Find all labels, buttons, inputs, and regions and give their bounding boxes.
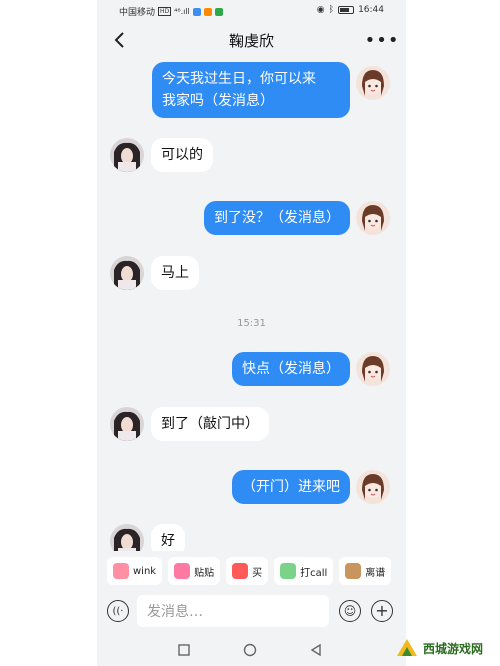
- message-row: 快点（发消息）: [97, 352, 406, 386]
- quick-action-label: wink: [133, 565, 157, 577]
- carrier-label: 中国移动: [119, 8, 156, 18]
- outgoing-bubble[interactable]: 到了没？（发消息）: [204, 201, 350, 235]
- outgoing-bubble[interactable]: 今天我过生日，你可以来 我家吗（发消息）: [152, 62, 350, 118]
- message-input[interactable]: 发消息…: [137, 595, 329, 627]
- message-text: 马上: [161, 265, 189, 281]
- gift-icon: [232, 563, 249, 579]
- back-triangle-icon[interactable]: [307, 641, 325, 659]
- message-text: （开门）进来吧: [242, 479, 340, 495]
- quick-action-cheer[interactable]: 打call: [274, 557, 334, 585]
- quick-action-absurd[interactable]: 离谱: [339, 557, 392, 585]
- battery-icon: [338, 6, 355, 14]
- message-text: 到了（敲门中）: [161, 416, 259, 432]
- message-list[interactable]: 今天我过生日，你可以来 我家吗（发消息） 可以的 到了没？（发消息） 马上 15…: [97, 58, 406, 558]
- quick-action-label: 离谱: [365, 567, 386, 579]
- more-icon[interactable]: •••: [365, 28, 399, 52]
- home-icon[interactable]: [241, 641, 259, 659]
- status-right: ◉ ᛒ 16:44: [317, 5, 384, 15]
- avatar[interactable]: [110, 407, 144, 441]
- input-bar: ((· 发消息… ☺ +: [97, 591, 406, 633]
- voice-icon[interactable]: ((·: [107, 600, 129, 622]
- avatar[interactable]: [110, 138, 144, 172]
- outgoing-bubble[interactable]: 快点（发消息）: [232, 352, 350, 386]
- quick-action-label: 打call: [300, 567, 328, 579]
- status-left: 中国移动 HD ⁴⁶.ıll: [119, 5, 223, 18]
- message-row: 可以的: [97, 138, 406, 172]
- plus-icon[interactable]: +: [371, 600, 393, 622]
- quick-action-label: 贴贴: [194, 567, 215, 579]
- quick-action-buy[interactable]: 买: [226, 557, 269, 585]
- message-text: 今天我过生日，你可以来: [162, 71, 316, 87]
- avatar[interactable]: [356, 201, 390, 235]
- cheer-icon: [280, 563, 297, 579]
- avatar[interactable]: [356, 66, 390, 100]
- hd-badge: HD: [158, 7, 172, 16]
- app-badge-icon: [203, 7, 212, 16]
- incoming-bubble[interactable]: 可以的: [151, 138, 213, 172]
- wink-icon: [113, 563, 129, 579]
- message-timestamp: 15:31: [237, 318, 266, 329]
- quick-action-wink[interactable]: wink: [107, 557, 163, 585]
- quick-action-label: 买: [252, 567, 263, 579]
- status-bar: 中国移动 HD ⁴⁶.ıll ◉ ᛒ 16:44: [97, 0, 406, 22]
- message-row: 到了（敲门中）: [97, 407, 406, 441]
- incoming-bubble[interactable]: 马上: [151, 256, 199, 290]
- message-row: 今天我过生日，你可以来 我家吗（发消息）: [97, 62, 406, 118]
- bluetooth-icon: ᛒ: [328, 5, 335, 15]
- system-nav-bar: [97, 633, 406, 666]
- eye-icon: ◉: [316, 5, 325, 15]
- avatar[interactable]: [110, 256, 144, 290]
- chat-header: 鞠虔欣 •••: [97, 22, 406, 58]
- page: 中国移动 HD ⁴⁶.ıll ◉ ᛒ 16:44 鞠虔欣 ••• 今天我过生日，…: [0, 0, 500, 666]
- clock: 16:44: [358, 5, 384, 15]
- emoji-icon[interactable]: ☺: [339, 600, 361, 622]
- avatar[interactable]: [356, 470, 390, 504]
- avatar[interactable]: [356, 352, 390, 386]
- message-row: （开门）进来吧: [97, 470, 406, 504]
- message-row: 马上: [97, 256, 406, 290]
- signal-icon: ⁴⁶.ıll: [174, 7, 190, 16]
- message-text: 好: [161, 533, 175, 549]
- message-text: 到了没？（发消息）: [214, 210, 340, 226]
- phone-screen: 中国移动 HD ⁴⁶.ıll ◉ ᛒ 16:44 鞠虔欣 ••• 今天我过生日，…: [97, 0, 406, 666]
- message-text: 快点（发消息）: [242, 361, 340, 377]
- outgoing-bubble[interactable]: （开门）进来吧: [232, 470, 350, 504]
- app-badge-icon: [192, 7, 201, 16]
- message-row: 到了没？（发消息）: [97, 201, 406, 235]
- quick-action-bar: wink 贴贴 买 打call 离谱: [97, 551, 406, 591]
- recent-apps-icon[interactable]: [175, 641, 193, 659]
- watermark: 西城游戏网: [395, 633, 497, 663]
- hug-icon: [174, 563, 191, 579]
- watermark-logo-icon: [397, 639, 417, 656]
- monkey-icon: [345, 563, 362, 579]
- app-badge-icon: [214, 7, 223, 16]
- message-text: 可以的: [161, 147, 203, 163]
- quick-action-hug[interactable]: 贴贴: [168, 557, 221, 585]
- watermark-text: 西城游戏网: [423, 641, 484, 656]
- chat-title: 鞠虔欣: [228, 32, 274, 50]
- message-text: 我家吗（发消息）: [162, 93, 274, 109]
- incoming-bubble[interactable]: 到了（敲门中）: [151, 407, 269, 441]
